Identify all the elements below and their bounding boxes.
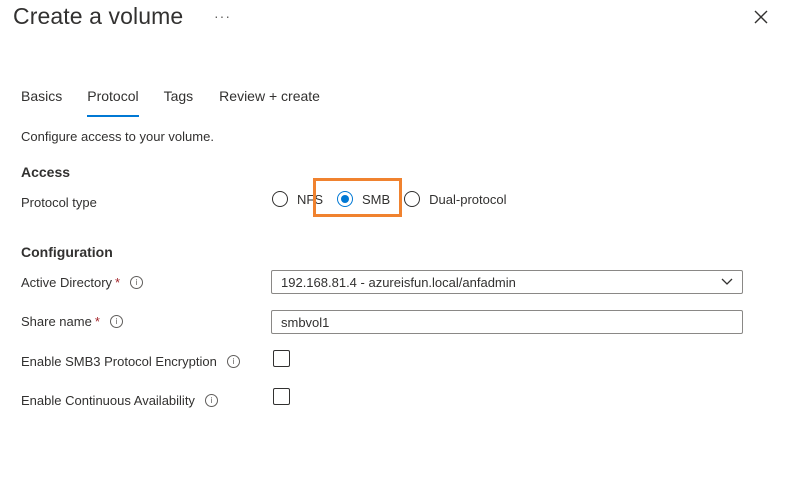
radio-dual-protocol-label: Dual-protocol xyxy=(429,191,507,207)
active-directory-label-row: Active Directory * i xyxy=(21,275,144,290)
intro-text: Configure access to your volume. xyxy=(21,129,214,144)
page-title: Create a volume xyxy=(13,3,184,29)
share-name-input[interactable] xyxy=(271,310,743,334)
smb3-encryption-label-row: Enable SMB3 Protocol Encryption i xyxy=(21,354,240,369)
tab-tags[interactable]: Tags xyxy=(164,88,194,112)
smb3-encryption-label: Enable SMB3 Protocol Encryption xyxy=(21,354,217,369)
smb3-encryption-checkbox[interactable] xyxy=(273,350,290,367)
tab-bar: Basics Protocol Tags Review + create xyxy=(21,88,320,117)
required-asterisk: * xyxy=(94,314,100,329)
radio-smb-circle[interactable] xyxy=(337,191,353,207)
active-directory-value: 192.168.81.4 - azureisfun.local/anfadmin xyxy=(281,274,516,290)
radio-nfs[interactable]: NFS xyxy=(272,191,323,207)
radio-nfs-circle[interactable] xyxy=(272,191,288,207)
more-options-icon[interactable]: ··· xyxy=(214,8,231,24)
access-heading: Access xyxy=(21,164,71,180)
radio-dual-protocol[interactable]: Dual-protocol xyxy=(404,191,507,207)
continuous-availability-label-row: Enable Continuous Availability i xyxy=(21,393,218,408)
configuration-heading: Configuration xyxy=(21,244,113,260)
tab-review-create[interactable]: Review + create xyxy=(219,88,320,112)
share-name-label-row: Share name * i xyxy=(21,314,123,329)
protocol-type-radio-group: NFS SMB Dual-protocol xyxy=(272,189,521,209)
active-directory-dropdown[interactable]: 192.168.81.4 - azureisfun.local/anfadmin xyxy=(271,270,743,294)
radio-nfs-label: NFS xyxy=(297,191,323,207)
radio-smb[interactable]: SMB xyxy=(337,191,390,207)
info-icon[interactable]: i xyxy=(130,276,144,289)
chevron-down-icon xyxy=(721,278,733,285)
active-directory-label: Active Directory xyxy=(21,275,113,290)
share-name-label: Share name xyxy=(21,314,92,329)
protocol-type-label: Protocol type xyxy=(21,195,97,210)
info-icon[interactable]: i xyxy=(109,315,123,328)
radio-smb-label: SMB xyxy=(362,191,391,207)
tab-protocol[interactable]: Protocol xyxy=(87,88,139,117)
continuous-availability-checkbox[interactable] xyxy=(273,388,290,405)
info-icon[interactable]: i xyxy=(204,394,218,407)
tab-basics[interactable]: Basics xyxy=(21,88,62,112)
close-icon[interactable] xyxy=(752,8,770,26)
radio-dual-protocol-circle[interactable] xyxy=(404,191,421,207)
continuous-availability-label: Enable Continuous Availability xyxy=(21,393,195,408)
required-asterisk: * xyxy=(115,275,121,290)
info-icon[interactable]: i xyxy=(226,355,240,368)
